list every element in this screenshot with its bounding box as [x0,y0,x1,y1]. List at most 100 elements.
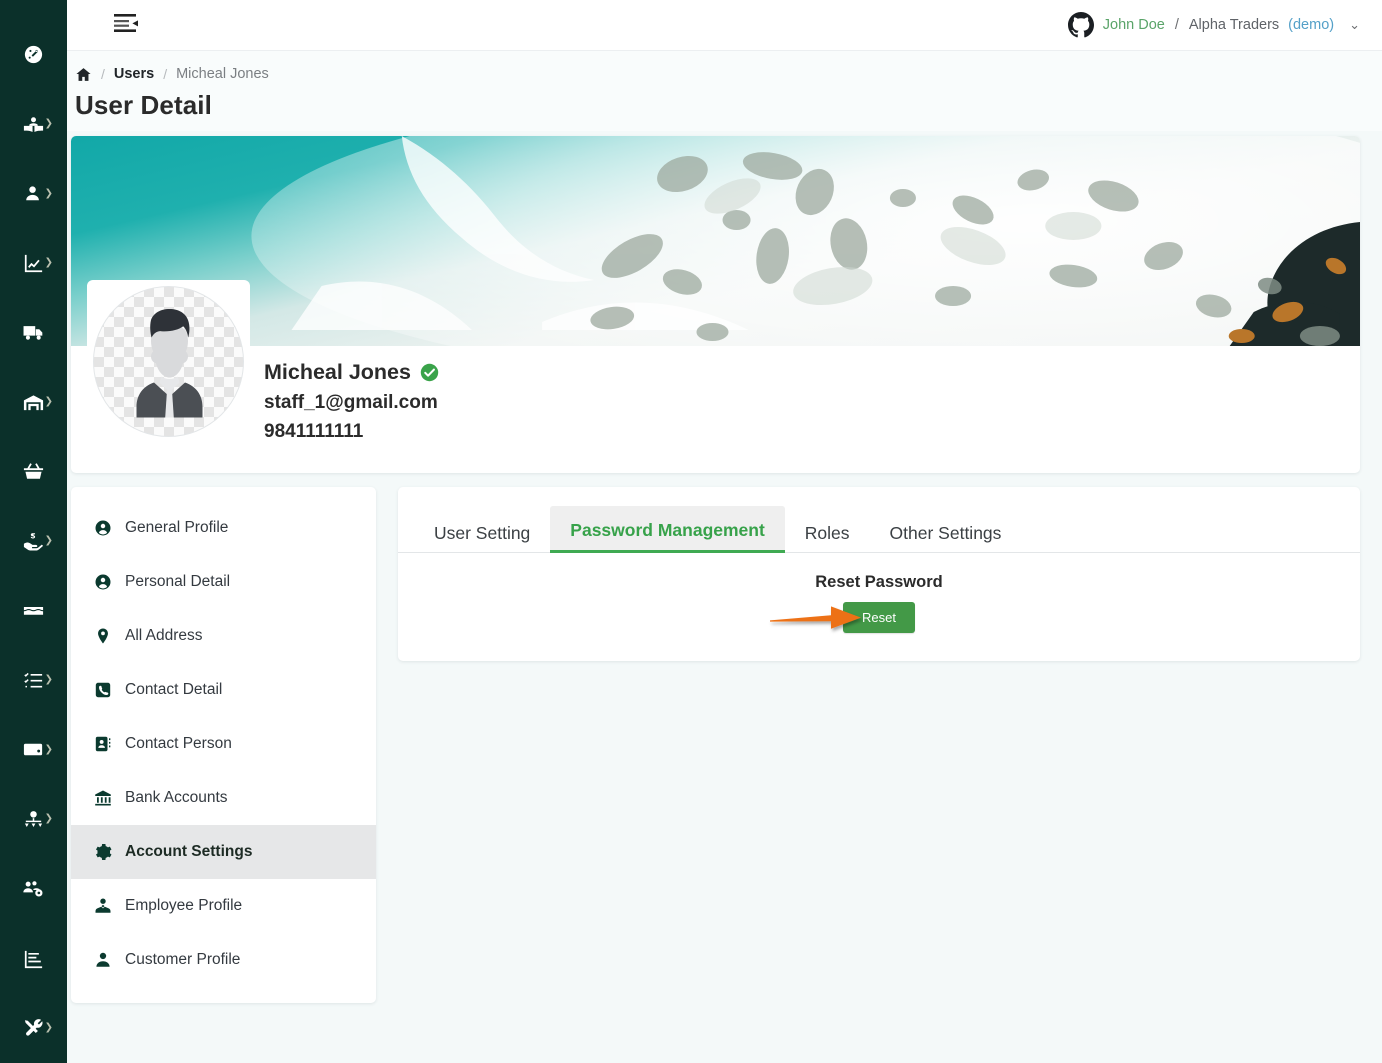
chevron-right-icon: ❯ [44,187,53,199]
users-cog-icon [22,877,45,900]
rail-item-organization[interactable]: ❯ [0,785,67,855]
id-card-icon [93,735,112,754]
account-user-name: John Doe [1102,17,1165,33]
sidemenu-item-contact-detail[interactable]: Contact Detail [71,663,376,717]
gear-icon [93,843,112,862]
user-detail-side-menu: General Profile Personal Detail All Addr… [71,487,376,1003]
user-display-name: Micheal Jones [264,360,411,384]
chevron-down-icon[interactable]: ⌄ [1349,18,1360,33]
sidemenu-label: Employee Profile [125,897,243,914]
account-menu[interactable]: John Doe / Alpha Traders (demo) ⌄ [1067,12,1360,38]
sidemenu-label: Personal Detail [125,573,231,590]
sidemenu-item-employee-profile[interactable]: Employee Profile [71,879,376,933]
rail-item-delivery[interactable] [0,298,67,368]
sidemenu-item-contact-person[interactable]: Contact Person [71,717,376,771]
user-circle-icon [93,573,112,592]
chevron-right-icon: ❯ [44,396,53,408]
primary-icon-sidebar: ❯ ❯ ❯ ❯ ❯ ❯ ❯ ❯ ❯ [0,0,67,1063]
sidemenu-label: General Profile [125,519,229,536]
boxes-icon [22,599,45,622]
truck-icon [22,321,45,344]
sidemenu-label: Customer Profile [125,951,241,968]
sidemenu-label: Account Settings [125,843,253,860]
sidemenu-label: Bank Accounts [125,789,228,806]
account-organization: Alpha Traders [1188,17,1280,33]
warehouse-icon [22,391,45,414]
bar-chart-icon [22,947,45,970]
sidemenu-item-general-profile[interactable]: General Profile [71,501,376,555]
account-environment-badge: (demo) [1288,17,1335,33]
collapse-sidebar-button[interactable] [110,10,144,40]
chevron-right-icon: ❯ [44,1021,53,1033]
sidemenu-item-personal-detail[interactable]: Personal Detail [71,555,376,609]
tools-icon [22,1016,45,1039]
main-column: John Doe / Alpha Traders (demo) ⌄ / User… [67,0,1382,1063]
sidemenu-label: Contact Detail [125,681,223,698]
phone-square-icon [93,681,112,700]
gauge-icon [22,43,45,66]
sidemenu-label: Contact Person [125,735,232,752]
rail-item-catalog[interactable]: ❯ [0,90,67,160]
breadcrumb-separator: / [163,66,168,82]
checklist-icon [22,669,45,692]
tab-password-management[interactable]: Password Management [550,505,785,553]
breadcrumb-separator: / [101,66,105,82]
map-pin-icon [93,627,112,646]
top-bar: John Doe / Alpha Traders (demo) ⌄ [67,0,1382,51]
chevron-right-icon: ❯ [44,674,53,686]
detail-layout-row: General Profile Personal Detail All Addr… [71,487,1360,1003]
tab-user-setting[interactable]: User Setting [414,524,550,554]
user-badge-icon [22,182,45,205]
rail-item-reports[interactable]: ❯ [0,229,67,299]
org-chart-icon [22,808,45,831]
sidemenu-item-account-settings[interactable]: Account Settings [71,825,376,879]
tab-roles[interactable]: Roles [785,524,870,554]
sidemenu-item-customer-profile[interactable]: Customer Profile [71,933,376,987]
rail-item-payments[interactable]: ❯ [0,507,67,577]
reset-password-section: Reset Password Reset [398,553,1360,633]
user-solid-icon [93,951,112,970]
rail-item-users[interactable] [0,854,67,924]
verified-check-icon [420,363,439,382]
github-mark-icon [1067,12,1094,38]
user-email: staff_1@gmail.com [264,391,438,413]
rail-item-tasks[interactable]: ❯ [0,646,67,716]
chevron-right-icon: ❯ [44,257,53,269]
collapse-sidebar-icon [114,13,140,38]
user-profile-card: Micheal Jones staff_1@gmail.com 98411111… [71,136,1360,473]
vertical-scrollbar[interactable] [1375,51,1382,1063]
rail-item-warehouse[interactable]: ❯ [0,368,67,438]
rail-item-sales[interactable] [0,437,67,507]
user-tie-icon [93,897,112,916]
reset-password-heading: Reset Password [815,573,943,591]
avatar [87,280,250,443]
breadcrumb-item-users[interactable]: Users [114,66,154,82]
breadcrumb: / Users / Micheal Jones [67,63,1382,85]
rail-item-tools[interactable]: ❯ [0,993,67,1063]
sidemenu-item-bank-accounts[interactable]: Bank Accounts [71,771,376,825]
tab-other-settings[interactable]: Other Settings [870,524,1022,554]
home-icon[interactable] [75,66,92,83]
content-scroll-area: Micheal Jones staff_1@gmail.com 98411111… [67,131,1382,1063]
page-title: User Detail [75,90,212,120]
rail-item-inventory[interactable] [0,576,67,646]
settings-tabs-panel: User Setting Password Management Roles O… [398,487,1360,661]
rail-item-contacts[interactable]: ❯ [0,159,67,229]
user-circle-icon [93,519,112,538]
app-root: ❯ ❯ ❯ ❯ ❯ ❯ ❯ ❯ ❯ John Doe / Alpha Trade… [0,0,1382,1063]
tab-bar: User Setting Password Management Roles O… [398,487,1360,553]
rail-item-dashboard[interactable] [0,20,67,90]
basket-icon [22,460,45,483]
breadcrumb-item-current: Micheal Jones [176,66,269,82]
avatar-image [93,286,244,437]
bank-icon [93,789,112,808]
reset-button-row: Reset [398,602,1360,633]
chevron-right-icon: ❯ [44,743,53,755]
book-user-icon [22,113,45,136]
sidemenu-item-all-address[interactable]: All Address [71,609,376,663]
reset-password-button[interactable]: Reset [843,602,915,633]
rail-item-analytics[interactable] [0,924,67,994]
page-header: / Users / Micheal Jones User Detail [67,51,1382,131]
rail-item-accounts[interactable]: ❯ [0,715,67,785]
chart-line-icon [22,252,45,275]
